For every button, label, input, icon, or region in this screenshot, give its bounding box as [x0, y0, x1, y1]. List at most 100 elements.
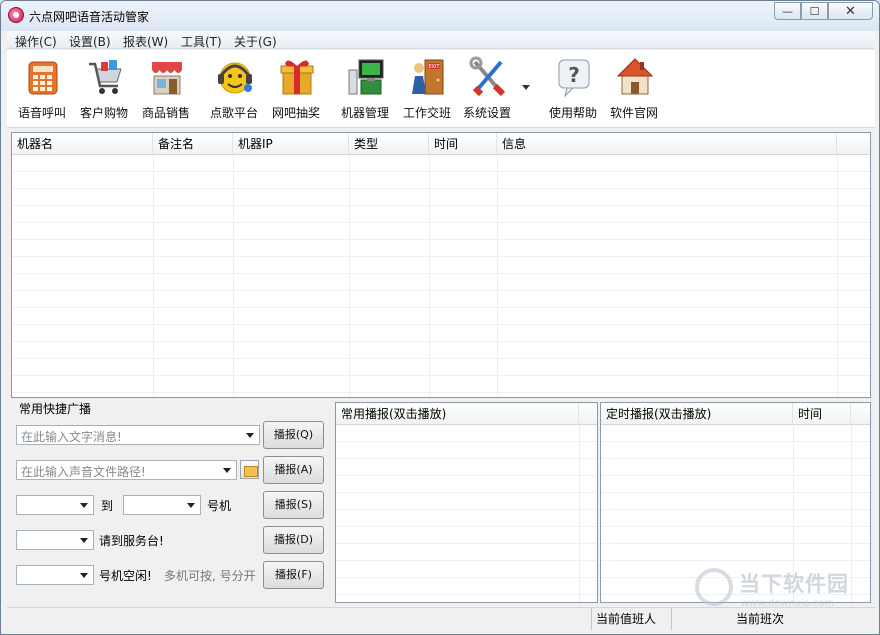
menu-reports[interactable]: 报表(W) [123, 33, 168, 50]
song-request-button[interactable]: 点歌平台 [204, 54, 264, 124]
official-website-button[interactable]: 软件官网 [604, 54, 664, 124]
tools-icon [469, 56, 506, 97]
watermark-url: www.downxia.com [741, 598, 835, 609]
main-window: 六点网吧语音活动管家 — ☐ ✕ 操作(C) 设置(B) 报表(W) 工具(T)… [0, 0, 880, 635]
service-desk-machine-combo[interactable] [16, 530, 94, 550]
column-header-remark[interactable]: 备注名 [153, 133, 233, 155]
column-divider [579, 425, 580, 602]
window-title: 六点网吧语音活动管家 [29, 10, 150, 24]
machine-management-label: 机器管理 [340, 106, 389, 120]
broadcast-q-button[interactable]: 播报(Q) [263, 421, 324, 449]
broadcast-d-button[interactable]: 播报(D) [263, 526, 324, 554]
sound-path-combo[interactable]: 在此输入声音文件路径! [16, 460, 237, 480]
column-header-timed-time[interactable]: 时间 [793, 403, 851, 425]
column-divider [233, 155, 234, 397]
voice-call-label: 语音呼叫 [17, 106, 66, 120]
column-divider [429, 155, 430, 397]
service-desk-label: 请到服务台! [99, 534, 164, 548]
machine-management-button[interactable]: 机器管理 [335, 54, 395, 124]
toolbar-separator [200, 54, 201, 122]
chevron-down-icon [80, 538, 88, 543]
text-message-combo[interactable]: 在此输入文字消息! [16, 425, 260, 445]
help-label: 使用帮助 [548, 106, 597, 120]
column-header-common-broadcast[interactable]: 常用播报(双击播放) [336, 403, 579, 425]
column-header-type[interactable]: 类型 [349, 133, 429, 155]
idle-machine-combo[interactable] [16, 565, 94, 585]
customer-shopping-label: 客户购物 [79, 106, 128, 120]
svg-text:?: ? [568, 63, 580, 87]
browse-folder-icon[interactable] [240, 460, 259, 479]
quick-broadcast-title: 常用快捷广播 [19, 402, 92, 416]
computer-icon [348, 59, 384, 95]
column-divider [153, 155, 154, 397]
help-button[interactable]: ? 使用帮助 [543, 54, 603, 124]
multi-machine-hint: 多机可按, 号分开 [164, 569, 256, 583]
menu-about[interactable]: 关于(G) [234, 33, 277, 50]
common-broadcast-body[interactable] [336, 425, 597, 602]
broadcast-f-button[interactable]: 播报(F) [263, 561, 324, 589]
common-broadcast-list[interactable]: 常用播报(双击播放) [335, 402, 598, 603]
goods-sales-label: 商品销售 [141, 106, 190, 120]
to-label: 到 [101, 499, 114, 513]
telephone-icon [28, 61, 58, 95]
column-header-time[interactable]: 时间 [429, 133, 497, 155]
help-bubble-icon: ? [558, 59, 590, 98]
official-website-label: 软件官网 [609, 106, 658, 120]
shift-handover-button[interactable]: EXIT 工作交班 [397, 54, 457, 124]
machine-number-label: 号机 [207, 499, 232, 513]
settings-dropdown-arrow-icon[interactable] [522, 85, 530, 90]
machine-table-header: 机器名 备注名 机器IP 类型 时间 信息 [12, 133, 870, 155]
column-header-machine-name[interactable]: 机器名 [12, 133, 153, 155]
voice-call-button[interactable]: 语音呼叫 [12, 54, 72, 124]
minimize-button[interactable]: — [774, 2, 801, 20]
timed-broadcast-header: 定时播报(双击播放) 时间 [601, 403, 870, 425]
gift-box-icon [280, 60, 314, 95]
on-duty-status: 当前值班人 [591, 608, 671, 630]
text-message-placeholder: 在此输入文字消息! [21, 430, 122, 444]
column-divider [497, 155, 498, 397]
watermark: 当下软件园 www.downxia.com [695, 566, 863, 614]
to-machine-combo[interactable] [123, 495, 201, 515]
from-machine-combo[interactable] [16, 495, 94, 515]
headset-smiley-icon [218, 62, 252, 94]
broadcast-s-button[interactable]: 播报(S) [263, 491, 324, 519]
chevron-down-icon [187, 503, 195, 508]
machine-table-body[interactable] [12, 155, 870, 397]
column-header-timed-broadcast[interactable]: 定时播报(双击播放) [601, 403, 793, 425]
lottery-button[interactable]: 网吧抽奖 [266, 54, 326, 124]
menu-bar: 操作(C) 设置(B) 报表(W) 工具(T) 关于(G) [7, 31, 875, 49]
column-header-info[interactable]: 信息 [497, 133, 837, 155]
chevron-down-icon [246, 433, 254, 438]
customer-shopping-button[interactable]: 客户购物 [74, 54, 134, 124]
close-button[interactable]: ✕ [828, 2, 873, 20]
menu-operate[interactable]: 操作(C) [15, 33, 57, 50]
house-icon [616, 58, 654, 95]
toolbar-separator [537, 54, 538, 122]
chevron-down-icon [80, 573, 88, 578]
column-divider [837, 155, 838, 397]
lottery-label: 网吧抽奖 [271, 106, 320, 120]
exit-door-icon: EXIT [412, 59, 444, 95]
goods-sales-button[interactable]: 商品销售 [136, 54, 196, 124]
machine-table[interactable]: 机器名 备注名 机器IP 类型 时间 信息 [11, 132, 871, 398]
sound-path-placeholder: 在此输入声音文件路径! [21, 465, 146, 479]
quick-broadcast-group: 常用快捷广播 在此输入文字消息! 播报(Q) 在此输入声音文件路径! 播报(A)… [11, 401, 333, 603]
idle-label: 号机空闲! [99, 569, 152, 583]
column-divider [349, 155, 350, 397]
common-broadcast-header: 常用播报(双击播放) [336, 403, 597, 425]
system-settings-button[interactable]: 系统设置 [457, 54, 517, 124]
watermark-text: 当下软件园 [739, 572, 849, 596]
song-request-label: 点歌平台 [209, 106, 258, 120]
maximize-button[interactable]: ☐ [801, 2, 828, 20]
storefront-icon [152, 62, 182, 95]
chevron-down-icon [223, 468, 231, 473]
broadcast-a-button[interactable]: 播报(A) [263, 456, 324, 484]
system-settings-label: 系统设置 [462, 106, 511, 120]
menu-tools[interactable]: 工具(T) [181, 33, 222, 50]
svg-text:EXIT: EXIT [428, 64, 440, 70]
column-header-ip[interactable]: 机器IP [233, 133, 349, 155]
toolbar: 语音呼叫 客户购物 商品销售 点歌平台 网吧抽奖 机器管理 EXIT 工作交班 … [7, 50, 875, 128]
menu-settings[interactable]: 设置(B) [69, 33, 111, 50]
watermark-logo-icon [695, 568, 733, 606]
window-controls: — ☐ ✕ [774, 2, 873, 20]
